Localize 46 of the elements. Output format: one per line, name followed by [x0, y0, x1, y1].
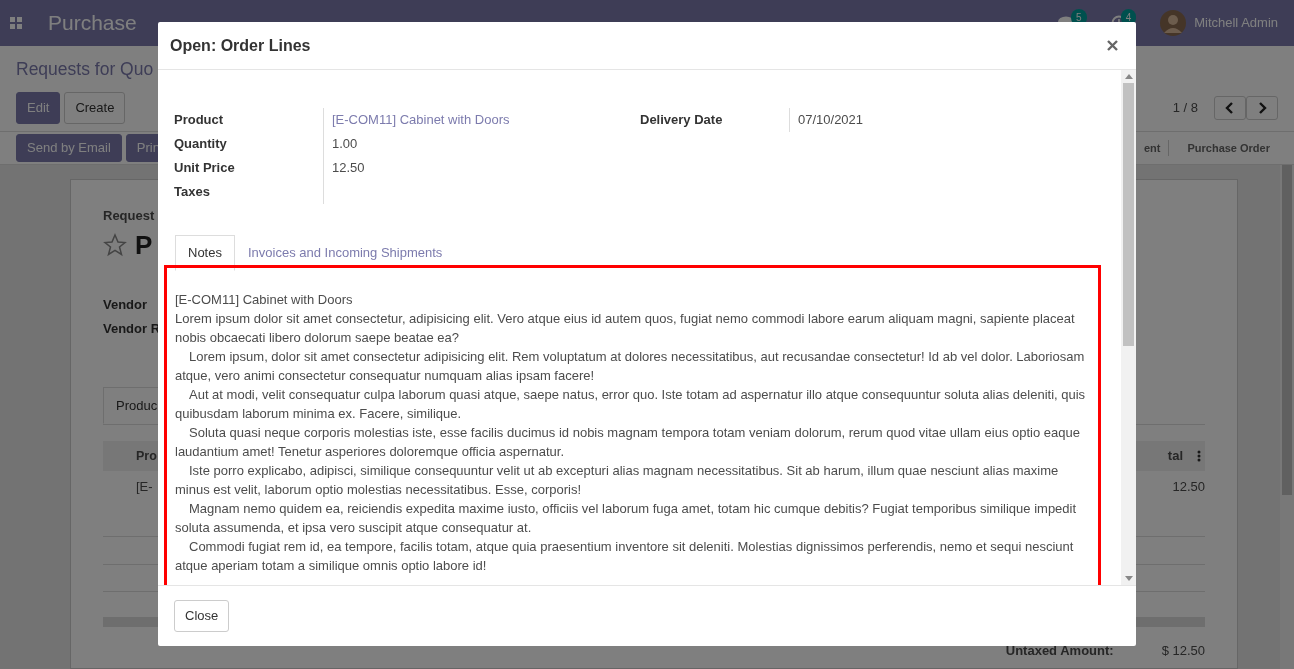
total-label: Untaxed Amount: — [1005, 642, 1114, 660]
create-button[interactable]: Create — [64, 92, 126, 124]
previous-button[interactable] — [1214, 96, 1246, 120]
scrollbar[interactable] — [1121, 70, 1136, 585]
field-label: Unit Price — [174, 156, 324, 180]
note-paragraph: Soluta quasi neque corporis molestias iste, esse facilis ducimus id nobis magnam tempora totam veniam dolorum, rerum quod vitae ullam eius optio eaque laudantium amet! Tenetur asperiores doloremque officia aspernatur. — [175, 423, 1081, 461]
record-title: P — [135, 228, 153, 262]
field-label: Quantity — [174, 132, 324, 156]
product-link[interactable]: [E-COM11] Cabinet with Doors — [324, 110, 510, 130]
next-button[interactable] — [1246, 96, 1278, 120]
chevron-left-icon — [1225, 102, 1235, 114]
table-cell-text: [E- — [136, 478, 153, 496]
note-paragraph: Magnam nemo quidem ea, reiciendis expedita maxime iusto, officiis vel laborum fuga amet, totam hic cumque debitis? Fugiat temporibus similique impedit soluta assumenda, et ipsa vero suscipit atque consequatur at. — [175, 499, 1078, 537]
apps-menu-icon[interactable] — [10, 17, 22, 29]
note-paragraph: Commodi fugiat rem id, ea tempore, facilis totam, atque quia praesentium inventore sit deleniti. Molestias dignissimos perferendis, nemo et sequi nesciunt atque aperiam totam a similique omnis optio labore id! — [175, 537, 1075, 575]
action-button[interactable]: Send by Email — [16, 134, 122, 162]
star-icon[interactable] — [103, 233, 127, 257]
chevron-right-icon — [1257, 102, 1267, 114]
dialog-title: Open: Order Lines — [170, 35, 311, 56]
field-label: Taxes — [174, 180, 324, 204]
status-step[interactable]: Purchase Order — [1168, 139, 1278, 157]
field-value: 1.00 — [331, 135, 358, 154]
close-icon[interactable] — [1107, 40, 1118, 51]
field-value: 12.50 — [331, 159, 365, 178]
avatar-icon[interactable] — [1160, 10, 1187, 36]
field-value: 07/10/2021 — [797, 111, 864, 130]
note-paragraph: Lorem ipsum, dolor sit amet consectetur adipisicing elit. Rem voluptatum at dolores necessitatibus, aut recusandae consectetur! Id ab vel dolor. Laboriosam atque, vero animi consectetur consequatur numquam alias ipsam facere! — [175, 347, 1086, 385]
column-header: Pro — [136, 447, 157, 465]
column-header: tal — [1167, 447, 1183, 466]
note-paragraph: Aut at modi, velit consequatur culpa laborum quasi atque, saepe natus, error quo. Iste totam ad aspernatur illo atque consequuntur soluta alias deleniti, quis quibusdam laborum minima ex. Facere, similique. — [175, 385, 1087, 423]
note-paragraph: Iste porro explicabo, adipisci, similique consequuntur velit ut ab excepturi alias magnam necessitatibus. Sit ab harum, illum quae nesciunt alias maxime minus est velit, laborum optio molestias necessitatibus. Esse, corporis! — [175, 461, 1060, 499]
table-cell-text: 12.50 — [1172, 478, 1205, 496]
user-name[interactable]: Mitchell Admin — [1194, 13, 1278, 33]
scrollbar[interactable] — [1280, 165, 1294, 669]
field-label: Product — [174, 108, 324, 132]
pager-counter: 1 / 8 — [1172, 99, 1198, 118]
total-value: $ 12.50 — [1161, 642, 1205, 660]
field-label: Delivery Date — [640, 108, 790, 132]
field-label: Vendor — [103, 295, 148, 314]
note-paragraph: Lorem ipsum dolor sit amet consectetur, adipisicing elit. Vero atque eius id autem quos, fugiat nemo commodi labore earum aliquam magni, sapiente placeat nobis obcaecati libero dolorum saepe beatae ea? — [175, 309, 1076, 347]
note-paragraph: [E-COM11] Cabinet with Doors — [175, 290, 354, 309]
more-options-icon[interactable] — [1197, 450, 1201, 462]
app-title: Purchase — [48, 10, 137, 37]
field-label: Request — [103, 207, 155, 225]
edit-button[interactable]: Edit — [16, 92, 61, 124]
close-button[interactable]: Close — [174, 600, 230, 632]
